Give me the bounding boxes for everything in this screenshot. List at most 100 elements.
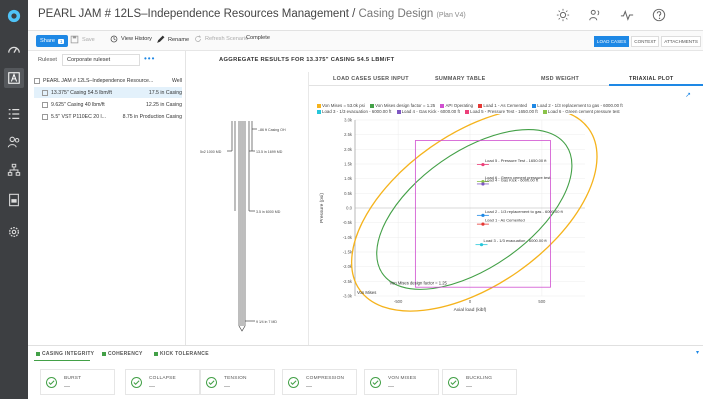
results-chart-panel: LOAD CASES USER INPUT SUMMARY TABLE MSD … (308, 72, 703, 345)
legend-swatch (478, 103, 483, 108)
wellbore-label: –86 ft Casing OH (258, 128, 286, 132)
settings-icon[interactable] (4, 222, 24, 242)
tab-kick-tolerance[interactable]: KICK TOLERANCE (154, 351, 209, 357)
load-case-label: Load 3 - 1/3 evacuation - 6000.00 ft (484, 238, 548, 243)
collapse-box-icon[interactable] (42, 101, 48, 108)
view-history-label: View History (121, 36, 152, 42)
legend-label: Load 1 - As Cemented (483, 103, 528, 108)
page-title: PEARL JAM # 12LS–Independence Resources … (38, 8, 466, 20)
legend-label: Von Mises = 53.0k psi (322, 103, 365, 108)
pencil-icon (157, 35, 165, 43)
result-card-buckling[interactable]: BUCKLING --- (442, 369, 517, 395)
load-case-label: Load 1 - As Cemented (485, 218, 525, 223)
legend-swatch (317, 103, 321, 108)
activity-icon[interactable] (619, 7, 635, 23)
y-tick-label: -0.5k (343, 220, 353, 225)
tree-item-casing-9625[interactable]: 9.625" Casing 40 lbm/ft 12.25 in Casing (34, 99, 182, 110)
check-circle-icon (206, 377, 217, 388)
collapse-panel-button[interactable]: ▾ (696, 349, 699, 356)
ruleset-menu-button[interactable]: ••• (144, 54, 155, 63)
share-count-badge: 1 (57, 38, 65, 44)
top-header: PEARL JAM # 12LS–Independence Resources … (28, 0, 703, 31)
x-tick-label: 500 (538, 299, 546, 304)
ruleset-select[interactable]: Corporate ruleset (62, 54, 140, 66)
result-card-tension[interactable]: TENSION --- (200, 369, 275, 395)
header-icons (555, 7, 667, 23)
tree-item-type: 12.25 in Casing (145, 101, 182, 108)
legend-label: API Operating (445, 103, 474, 108)
design-factor-envelope (376, 129, 573, 290)
tab-label: COHERENCY (108, 351, 143, 357)
tree-item-name: 5.5" VST P110EC 20 l... (51, 113, 106, 120)
card-value: --- (224, 384, 230, 390)
card-label: TENSION (224, 376, 247, 381)
toolbar: Share 1 Save View History Rename Refresh… (28, 31, 703, 51)
wellbore-label: 13.5 in 1699 MD (256, 150, 283, 154)
y-tick-label: 1.5k (344, 162, 353, 167)
save-button[interactable]: Save (70, 35, 95, 44)
tab-attachments[interactable]: ATTACHMENTS (661, 36, 701, 47)
collapse-box-icon[interactable] (34, 77, 40, 84)
sun-icon[interactable] (555, 7, 571, 23)
legend-item[interactable]: API Operating (440, 103, 473, 108)
y-tick-label: -3.0k (343, 294, 353, 299)
share-button[interactable]: Share 1 (36, 35, 69, 47)
card-label: VON MISES (388, 376, 417, 381)
tab-load-cases-user-input[interactable]: LOAD CASES USER INPUT (333, 76, 409, 82)
main-content: AGGREGATE RESULTS FOR 13.375" CASING 54.… (187, 51, 703, 345)
gauge-icon[interactable] (4, 40, 24, 60)
tab-load-cases[interactable]: LOAD CASES (593, 36, 630, 47)
well-tree-panel: Ruleset Corporate ruleset ••• PEARL JAM … (28, 51, 186, 345)
legend-item[interactable]: Load 1 - As Cemented (478, 103, 527, 108)
tree-item-casing-55[interactable]: 5.5" VST P110EC 20 l... 8.75 in Producti… (34, 111, 182, 122)
y-tick-label: 0.5k (344, 191, 353, 196)
view-history-button[interactable]: View History (110, 35, 152, 43)
y-tick-label: -1.0k (343, 235, 353, 240)
result-card-collapse[interactable]: COLLAPSE --- (125, 369, 200, 395)
complete-button[interactable]: Complete (246, 35, 270, 41)
design-factor-label: Von Mises design factor = 1.25 (390, 280, 448, 285)
von-mises-corner-label: Von Mises (357, 290, 376, 295)
hierarchy-icon[interactable] (4, 160, 24, 180)
save-icon (70, 35, 79, 44)
expand-icon[interactable]: ↗ (685, 91, 691, 99)
legend-item[interactable]: Von Mises = 53.0k psi (317, 103, 365, 108)
help-icon[interactable] (651, 7, 667, 23)
app-root: PEARL JAM # 12LS–Independence Resources … (0, 0, 703, 399)
tab-msd-weight[interactable]: MSD WEIGHT (541, 76, 579, 82)
app-logo[interactable] (4, 6, 24, 26)
casing-design-icon[interactable] (4, 68, 24, 88)
tab-triaxial-plot[interactable]: TRIAXIAL PLOT (629, 76, 674, 82)
tab-context[interactable]: CONTEXT (631, 36, 660, 47)
tab-coherency[interactable]: COHERENCY (102, 351, 143, 357)
card-value: --- (306, 384, 312, 390)
legend-item[interactable]: Load 2 - 1/3 replacement to gas - 6000.0… (532, 103, 623, 108)
wellbore-label: 5x2 1000 MD (200, 150, 222, 154)
collapse-box-icon[interactable] (42, 89, 48, 96)
result-card-von-mises[interactable]: VON MISES --- (364, 369, 439, 395)
tab-summary-table[interactable]: SUMMARY TABLE (435, 76, 486, 82)
list-icon[interactable] (4, 104, 24, 124)
card-value: --- (149, 384, 155, 390)
users-icon[interactable] (4, 132, 24, 152)
user-signal-icon[interactable] (587, 7, 603, 23)
document-icon[interactable] (4, 190, 24, 210)
y-axis-title: Pressure (psi) (319, 193, 325, 223)
history-icon (110, 35, 118, 43)
rename-button[interactable]: Rename (156, 35, 189, 44)
legend-item[interactable]: Von Mises design factor = 1.25 (370, 103, 435, 108)
status-dot (154, 352, 158, 356)
wellbore-label: 9 1⁄4 in 7 MD (256, 320, 277, 324)
load-case-label: Load 4 - Gas Kick - 6000.00 ft (485, 177, 539, 182)
well-title: PEARL JAM # 12LS–Independence Resources … (38, 8, 349, 20)
breadcrumb-casing-design[interactable]: Casing Design (359, 8, 434, 20)
load-case-label: Load 2 - 1/3 replacement to gas - 6000.0… (485, 209, 564, 214)
tree-item-well[interactable]: PEARL JAM # 12LS–Independence Resource..… (34, 75, 182, 86)
tree-item-casing-13375[interactable]: 13.375" Casing 54.5 lbm/ft 17.5 in Casin… (34, 87, 182, 98)
result-card-burst[interactable]: BURST --- (40, 369, 115, 395)
refresh-scenario-button[interactable]: Refresh Scenario (194, 35, 248, 43)
tab-casing-integrity[interactable]: CASING INTEGRITY (36, 351, 94, 357)
result-card-compression[interactable]: COMPRESSION --- (282, 369, 357, 395)
collapse-box-icon[interactable] (42, 113, 48, 120)
casing-strings (227, 121, 257, 332)
